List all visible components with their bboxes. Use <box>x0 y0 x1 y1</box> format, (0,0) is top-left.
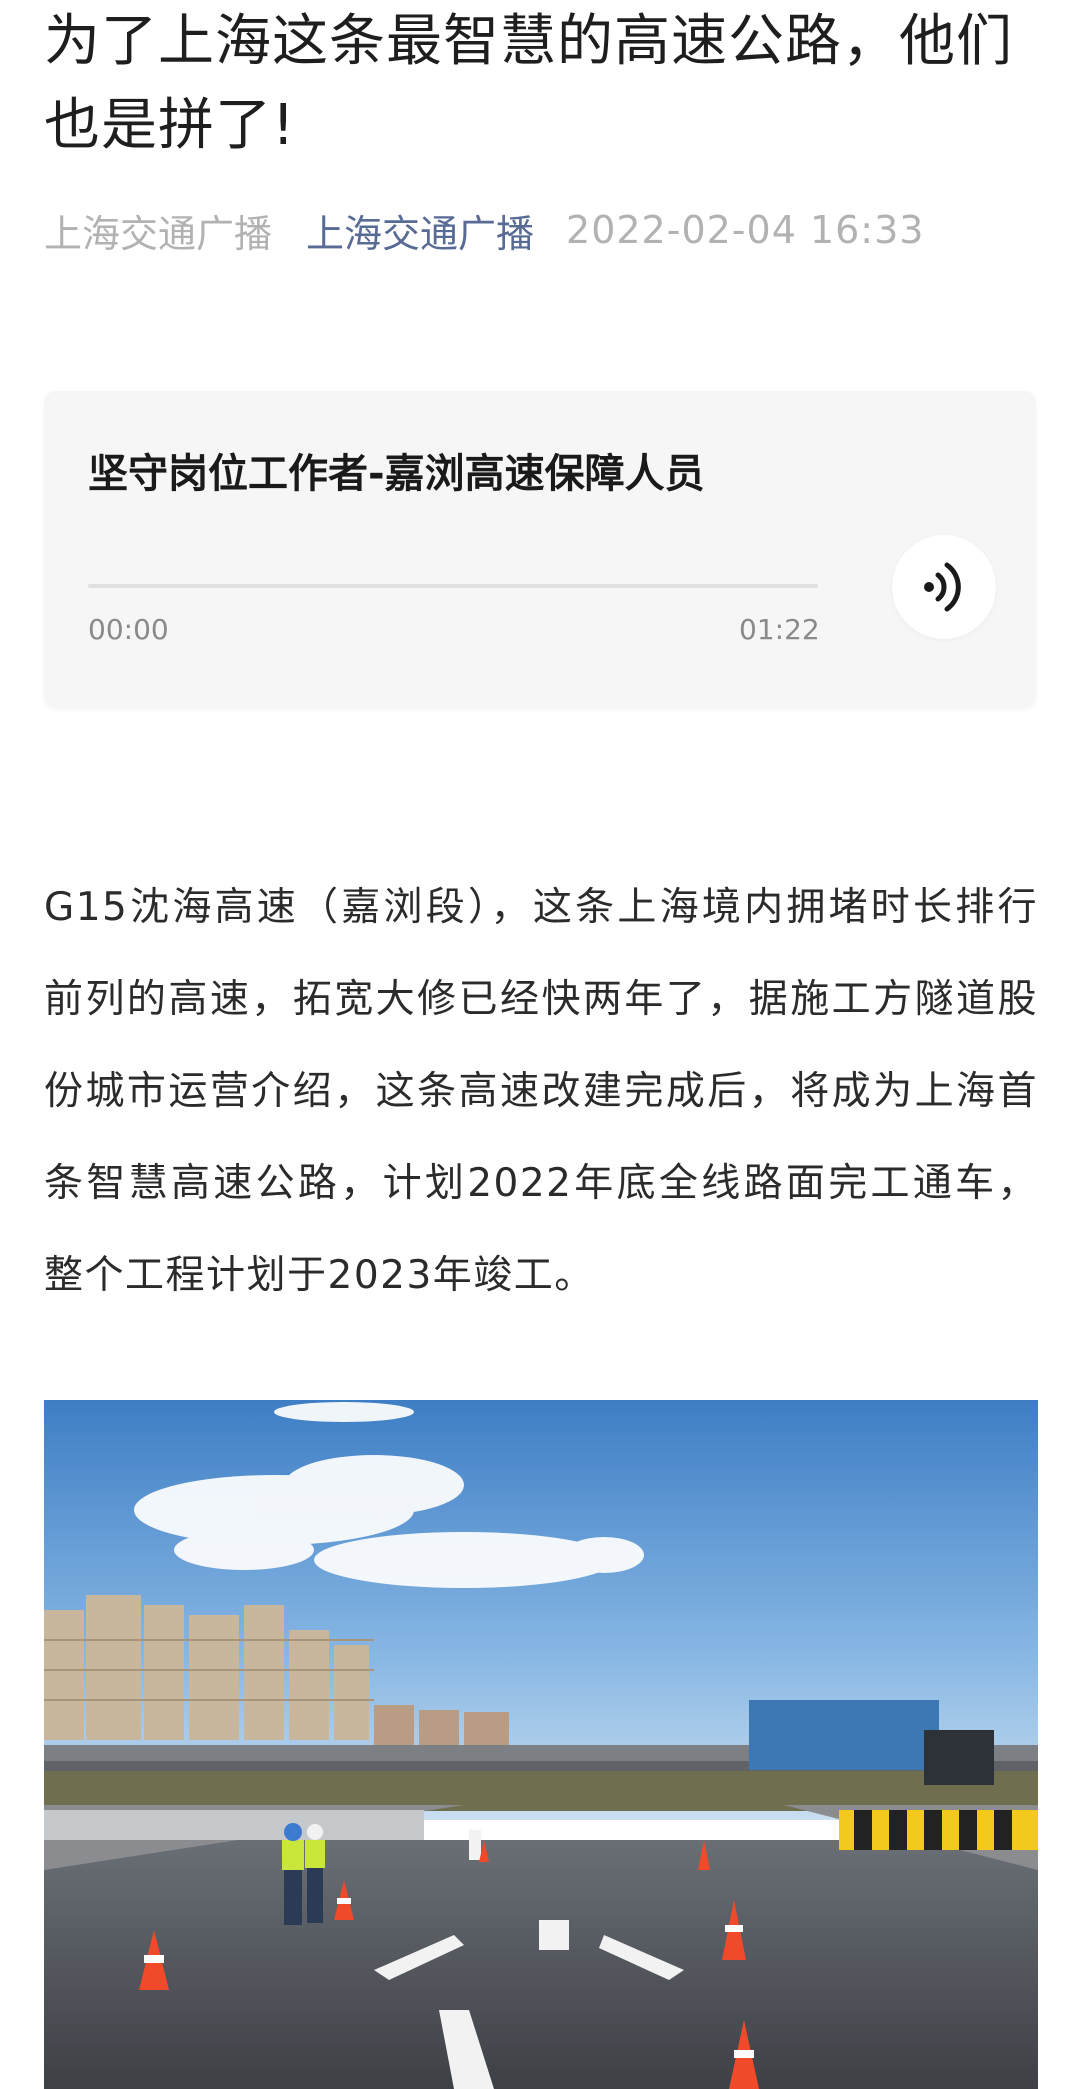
audio-card[interactable]: 坚守岗位工作者-嘉浏高速保障人员 00:00 01:22 <box>44 391 1036 708</box>
highway-construction-image <box>44 1400 1038 2089</box>
article-title: 为了上海这条最智慧的高速公路，他们也是拼了! <box>44 9 1013 158</box>
article-photo <box>44 1400 1038 2089</box>
audio-play-button[interactable] <box>892 535 996 639</box>
publish-time: 2022-02-04 16:33 <box>566 208 925 252</box>
audio-play-icon <box>924 562 961 612</box>
audio-title: 坚守岗位工作者-嘉浏高速保障人员 <box>88 451 705 497</box>
article-paragraph: G15沈海高速（嘉浏段），这条上海境内拥堵时长排行前列的高速，拓宽大修已经快两年… <box>44 885 1038 1298</box>
audio-current-time: 00:00 <box>88 613 169 646</box>
audio-progress-bar[interactable] <box>88 584 818 588</box>
audio-duration: 01:22 <box>739 613 820 646</box>
author-name: 上海交通广播 <box>44 211 273 256</box>
article-meta: 上海交通广播 上海交通广播 2022-02-04 16:33 <box>44 203 925 258</box>
account-link[interactable]: 上海交通广播 <box>306 203 534 258</box>
